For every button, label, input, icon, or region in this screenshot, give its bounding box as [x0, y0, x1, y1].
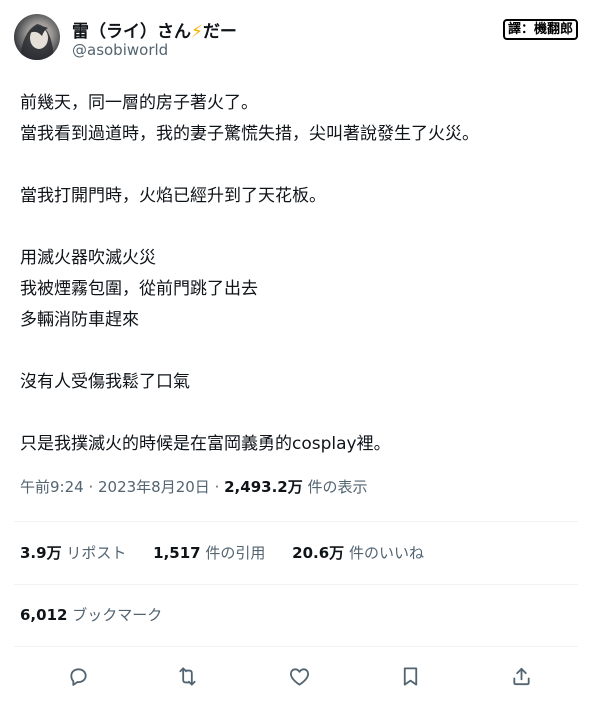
tweet-text: 前幾天，同一層的房子著火了。 當我看到過道時，我的妻子驚慌失措，尖叫著說發生了火… [20, 93, 479, 454]
likes-label: 件のいいね [344, 544, 424, 562]
divider [14, 584, 578, 585]
quotes-count: 1,517 [153, 544, 201, 562]
likes-stat[interactable]: 20.6万 件のいいね [292, 544, 424, 562]
lightning-icon: ⚡ [191, 22, 203, 42]
likes-count: 20.6万 [292, 544, 345, 562]
tweet-header: 雷（ライ）さん⚡だー @asobiworld 譯：機翻郎 [14, 14, 584, 64]
author-handle[interactable]: @asobiworld [72, 41, 168, 59]
reposts-count: 3.9万 [20, 544, 62, 562]
tweet-meta: 午前9:24 · 2023年8月20日 · 2,493.2万 件の表示 [20, 476, 368, 497]
bookmarks-label: ブックマーク [67, 606, 163, 624]
translator-badge: 譯：機翻郎 [502, 19, 578, 40]
repost-icon [178, 666, 196, 686]
bookmark-icon [403, 666, 417, 686]
divider [14, 521, 578, 522]
meta-separator: · [209, 478, 225, 496]
quotes-stat[interactable]: 1,517 件の引用 [153, 544, 265, 562]
share-icon [512, 667, 530, 685]
author-name-text: 雷（ライ）さん [72, 22, 191, 42]
tweet-time[interactable]: 午前9:24 [20, 478, 84, 496]
views-count: 2,493.2万 [224, 478, 303, 496]
bookmarks-stat[interactable]: 6,012 ブックマーク [20, 604, 162, 625]
author-name-suffix: だー [202, 22, 237, 42]
reply-button[interactable] [62, 660, 94, 692]
divider [14, 646, 578, 647]
views-label: 件の表示 [302, 478, 368, 496]
reply-icon [69, 667, 87, 686]
bookmark-button[interactable] [394, 660, 426, 692]
meta-separator: · [83, 478, 98, 496]
author-name[interactable]: 雷（ライ）さん⚡だー [72, 17, 237, 42]
repost-button[interactable] [171, 660, 203, 692]
share-button[interactable] [505, 660, 537, 692]
bookmarks-count: 6,012 [20, 606, 68, 624]
avatar-image [20, 24, 54, 60]
like-button[interactable] [283, 660, 315, 692]
quotes-label: 件の引用 [200, 544, 266, 562]
tweet-date[interactable]: 2023年8月20日 [98, 478, 210, 496]
reposts-stat[interactable]: 3.9万 リポスト [20, 544, 126, 562]
engagement-stats: 3.9万 リポスト 1,517 件の引用 20.6万 件のいいね [20, 542, 446, 563]
like-icon [289, 667, 309, 686]
action-bar [0, 660, 598, 696]
reposts-label: リポスト [61, 544, 127, 562]
avatar[interactable] [14, 14, 60, 60]
